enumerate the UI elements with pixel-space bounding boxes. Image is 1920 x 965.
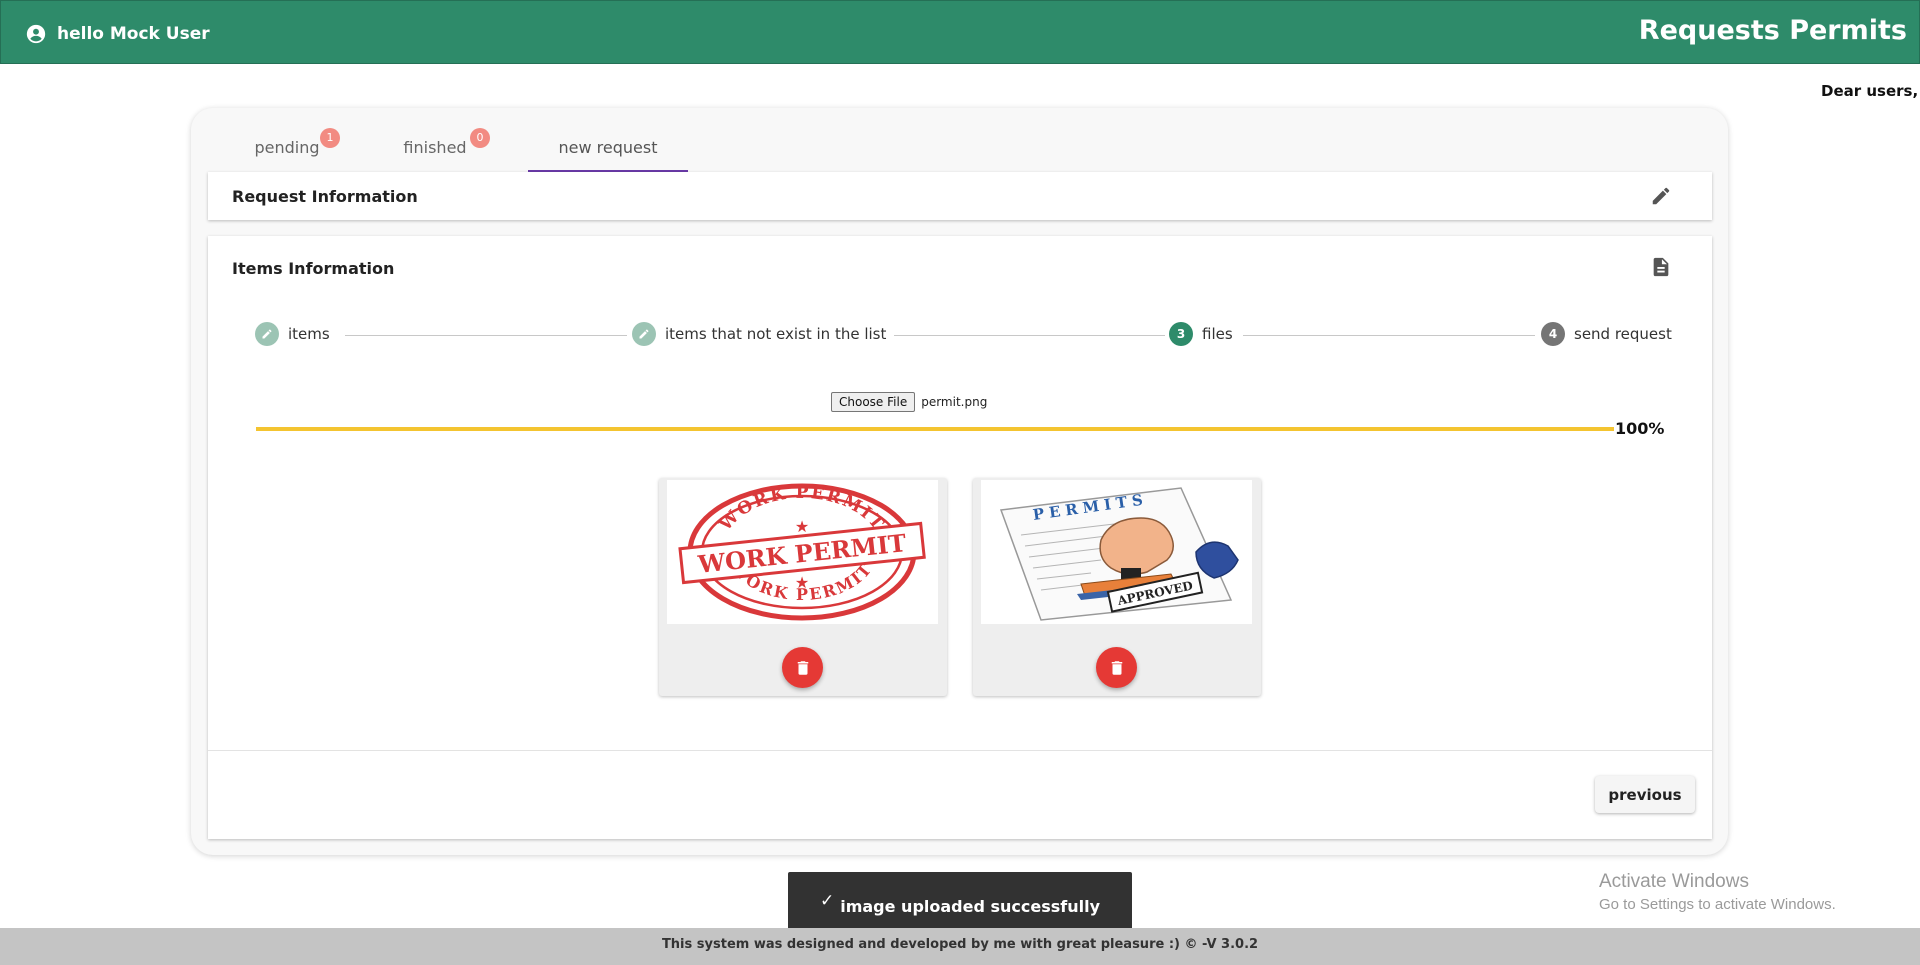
step-label: items that not exist in the list <box>665 325 887 343</box>
step-items[interactable]: items <box>255 322 330 346</box>
star-icon: ★ <box>795 517 809 536</box>
announcement-marquee: Dear users, p <box>1821 82 1920 100</box>
tab-finished[interactable]: finished 0 <box>362 124 508 172</box>
step-label: files <box>1202 325 1233 343</box>
snackbar-message: image uploaded successfully <box>840 896 1101 916</box>
selected-file-name: permit.png <box>921 395 988 409</box>
tab-new-request[interactable]: new request <box>528 124 688 172</box>
user-greeting: hello Mock User <box>57 24 210 44</box>
finished-count-badge: 0 <box>470 128 490 148</box>
footer-text: This system was designed and developed b… <box>661 937 1259 952</box>
app-title: Requests Permits <box>1638 15 1907 46</box>
stepper: items items that not exist in the list 3… <box>255 322 1672 350</box>
work-permit-stamp-image: WORK PERMIT WORK PERMIT WORK PERMIT ★ ★ <box>667 480 938 624</box>
step-files[interactable]: 3 files <box>1165 322 1243 346</box>
pencil-icon <box>255 322 279 346</box>
file-input: Choose File permit.png <box>831 392 987 412</box>
star-icon: ★ <box>795 573 809 592</box>
tab-bar: pending 1 finished 0 new request <box>212 124 1712 172</box>
top-app-bar: hello Mock User Requests Permits <box>0 0 1920 64</box>
footer: This system was designed and developed b… <box>0 928 1920 965</box>
step-send-request[interactable]: 4 send request <box>1535 322 1672 346</box>
previous-button[interactable]: previous <box>1595 776 1695 813</box>
delete-image-button[interactable] <box>782 647 823 688</box>
step-items-not-in-list[interactable]: items that not exist in the list <box>632 322 895 346</box>
check-icon: ✓ <box>819 891 835 911</box>
pencil-icon <box>632 322 656 346</box>
tab-pending[interactable]: pending 1 <box>212 124 362 172</box>
tab-pending-label: pending <box>254 138 320 157</box>
choose-file-button[interactable]: Choose File <box>831 392 916 412</box>
pending-count-badge: 1 <box>320 128 340 148</box>
delete-image-button[interactable] <box>1096 647 1137 688</box>
document-icon[interactable] <box>1650 256 1672 278</box>
step-number: 4 <box>1541 322 1565 346</box>
step-connector <box>1255 335 1535 336</box>
request-information-title: Request Information <box>232 187 418 206</box>
tab-new-request-label: new request <box>558 138 658 157</box>
step-number: 3 <box>1169 322 1193 346</box>
items-information-title: Items Information <box>232 259 395 278</box>
uploaded-image-card: WORK PERMIT WORK PERMIT WORK PERMIT ★ ★ <box>659 478 947 696</box>
upload-progress-bar <box>256 427 1614 431</box>
upload-progress-fill <box>256 427 1614 431</box>
trash-icon <box>797 660 808 675</box>
tab-finished-label: finished <box>403 138 467 157</box>
account-circle-icon <box>26 24 46 44</box>
activate-windows-title: Activate Windows <box>1599 871 1749 892</box>
pencil-icon[interactable] <box>1650 185 1672 207</box>
permits-approved-image: PERMITS APPROVED <box>981 480 1252 624</box>
trash-icon <box>1111 660 1122 675</box>
request-information-panel[interactable]: Request Information <box>208 172 1712 220</box>
user-menu[interactable]: hello Mock User <box>25 23 210 45</box>
step-label: items <box>288 325 330 343</box>
uploaded-image-card: PERMITS APPROVED <box>973 478 1261 696</box>
actions-divider <box>208 750 1712 751</box>
activate-windows-subtitle: Go to Settings to activate Windows. <box>1599 896 1836 913</box>
upload-progress-label: 100% <box>1615 419 1665 438</box>
step-connector <box>345 335 627 336</box>
step-label: send request <box>1574 325 1672 343</box>
